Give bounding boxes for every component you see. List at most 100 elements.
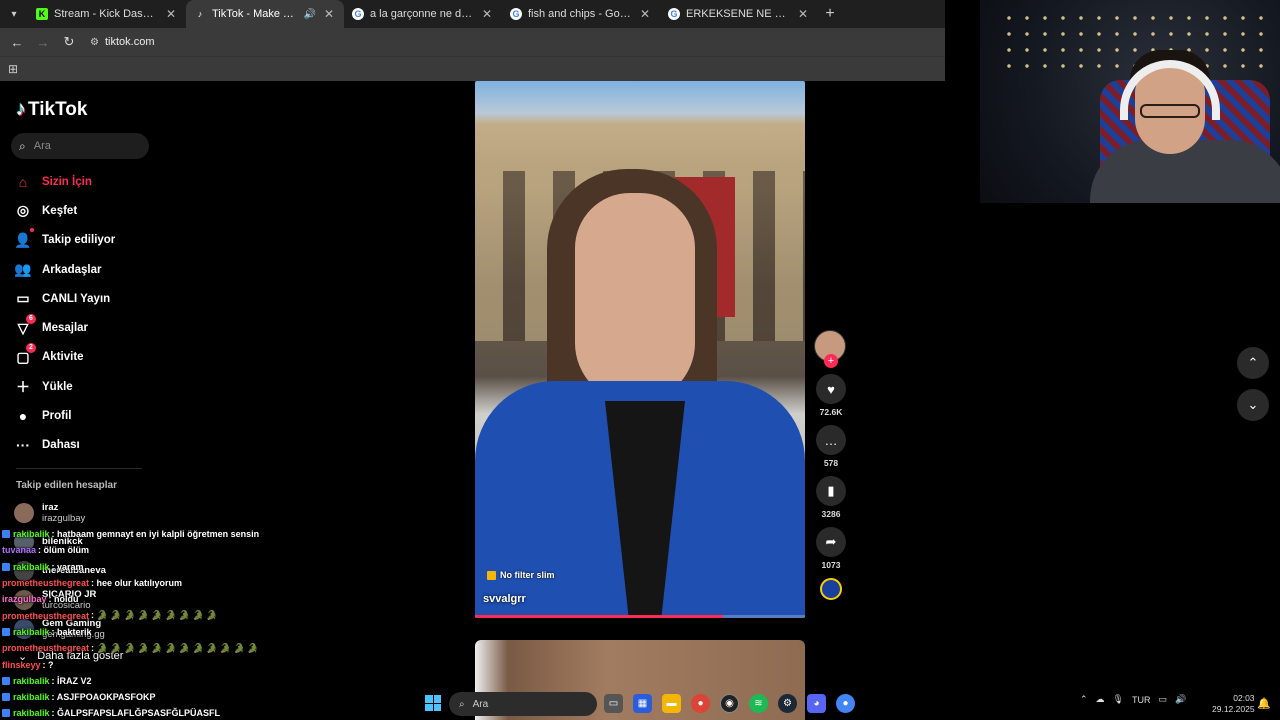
close-icon[interactable]: ✕ — [796, 7, 810, 21]
sidebar-item-more[interactable]: ··· Dahası — [14, 431, 164, 460]
obs-icon[interactable]: ◉ — [720, 694, 739, 713]
sidebar-item-profile[interactable]: ● Profil — [14, 401, 164, 430]
notification-dot — [30, 227, 34, 232]
url-field[interactable]: ⚙ tiktok.com — [90, 36, 154, 48]
clock-date: 29.12.2025 — [1212, 704, 1255, 714]
network-icon[interactable]: ▭ — [1158, 694, 1167, 705]
browser-tab-bar: ▾ K Stream - Kick Dashboard ✕ ♪ TikTok -… — [0, 0, 945, 28]
tab-google-search-3[interactable]: G ERKEKSENE NE DEMEK - Googl ✕ — [660, 0, 818, 28]
sidebar-item-messages[interactable]: ▽ 6 Mesajlar — [14, 313, 164, 342]
sound-disc-icon[interactable] — [820, 578, 842, 600]
save-button[interactable]: ▮ — [816, 476, 846, 506]
search-icon: ⌕ — [19, 138, 26, 153]
spotify-icon[interactable]: ≋ — [749, 694, 768, 713]
chrome-icon[interactable]: ● — [691, 694, 710, 713]
chat-username: irazgulbay — [2, 594, 47, 605]
microphone-icon[interactable]: 🎙 — [1113, 694, 1124, 705]
comment-icon: … — [824, 432, 838, 448]
tab-label: fish and chips - Google'da Ara — [528, 8, 632, 20]
file-explorer-icon[interactable]: ▬ — [662, 694, 681, 713]
sidebar-divider — [16, 468, 142, 469]
comment-button[interactable]: … — [816, 425, 846, 455]
tab-google-search-1[interactable]: G a la garçonne ne demek amk - ✕ — [344, 0, 502, 28]
windows-logo-tile — [425, 703, 433, 711]
close-icon[interactable]: ✕ — [164, 7, 178, 21]
chat-text: : ? — [42, 659, 54, 670]
bookmarks-bar: ⊞ — [0, 56, 945, 81]
chat-message: rakibalik: bakterik — [2, 624, 302, 640]
sidebar-item-for-you[interactable]: ⌂ Sizin İçin — [14, 167, 164, 196]
sidebar-item-label: Yükle — [42, 380, 73, 393]
tiktok-icon: ♪ — [16, 98, 26, 120]
new-tab-button[interactable]: + — [818, 5, 842, 23]
steam-icon[interactable]: ⚙ — [778, 694, 797, 713]
chat-message: irazgulbay: noldu — [2, 591, 302, 607]
chrome-active-icon[interactable]: ● — [836, 694, 855, 713]
onedrive-icon[interactable]: ☁ — [1096, 694, 1105, 705]
next-video-button[interactable]: ⌄ — [1237, 389, 1269, 421]
taskbar-clock[interactable]: 02:03 29.12.2025 — [1212, 693, 1255, 715]
google-icon: G — [510, 8, 522, 20]
bookmark-icon: ▮ — [827, 483, 835, 498]
stream-chat-overlay: rakibalik: hatbaam gemnayt en iyi kalpli… — [2, 526, 302, 720]
volume-icon[interactable]: 🔊 — [1175, 694, 1186, 705]
account-handle: irazgulbay — [42, 512, 86, 524]
creator-avatar[interactable]: + — [814, 330, 846, 368]
chevron-up-icon[interactable]: ⌃ — [1080, 694, 1088, 705]
chevron-down-icon: ⌄ — [1247, 397, 1259, 412]
chat-message: rakibalik: ĞALPSFAPSLAFLĞPSASFĞLPÜASFL — [2, 705, 302, 720]
sidebar-item-friends[interactable]: 👥 Arkadaşlar — [14, 255, 164, 284]
taskbar-search[interactable]: ⌕ Ara — [449, 692, 597, 716]
video-actions: + ♥ 72.6K … 578 ▮ 3286 ➦ 1073 — [814, 330, 848, 600]
reload-button[interactable]: ↻ — [58, 31, 80, 53]
close-icon[interactable]: ✕ — [322, 7, 336, 21]
tab-label: ERKEKSENE NE DEMEK - Googl — [686, 8, 790, 20]
clock-time: 02:03 — [1233, 693, 1255, 703]
start-button[interactable] — [425, 695, 441, 711]
tiktok-logo[interactable]: ♪ TikTok — [16, 98, 87, 121]
save-count: 3286 — [821, 509, 841, 519]
video-progress-bar[interactable] — [475, 615, 805, 618]
share-button[interactable]: ➦ — [816, 527, 846, 557]
notification-bell-icon[interactable]: 🔔 — [1257, 697, 1271, 710]
input-language[interactable]: TUR — [1132, 695, 1151, 705]
chat-username: rakibalik — [13, 561, 50, 572]
heart-icon: ♥ — [827, 381, 835, 397]
speaker-icon[interactable]: 🔊 — [304, 9, 316, 20]
home-icon: ⌂ — [18, 173, 28, 190]
search-input[interactable]: ⌕ Ara — [11, 133, 149, 159]
tab-kick-dashboard[interactable]: K Stream - Kick Dashboard ✕ — [28, 0, 186, 28]
apps-grid-icon[interactable]: ⊞ — [8, 62, 18, 76]
sidebar-item-activity[interactable]: ▢ 2 Aktivite — [14, 342, 164, 372]
discord-icon[interactable]: ◕ — [807, 694, 826, 713]
tab-tiktok[interactable]: ♪ TikTok - Make Your Day 🔊 ✕ — [186, 0, 344, 28]
following-account[interactable]: iraz irazgulbay — [14, 498, 164, 527]
store-icon[interactable]: ▦ — [633, 694, 652, 713]
tab-google-search-2[interactable]: G fish and chips - Google'da Ara ✕ — [502, 0, 660, 28]
following-accounts-title: Takip edilen hesaplar — [16, 480, 117, 491]
messages-badge: 6 — [26, 313, 36, 324]
forward-button[interactable]: → — [32, 31, 54, 53]
video-author[interactable]: svvalgrr — [483, 593, 526, 605]
tab-search-button[interactable]: ▾ — [0, 0, 28, 28]
friends-icon: 👥 — [14, 261, 32, 278]
task-view-icon[interactable]: ▭ — [604, 694, 623, 713]
sidebar-item-live[interactable]: ▭ CANLI Yayın — [14, 284, 164, 313]
chat-badge-icon — [2, 562, 10, 571]
video-tag[interactable]: No filter slim — [487, 570, 555, 580]
previous-video-button[interactable]: ⌃ — [1237, 347, 1269, 379]
site-info-icon[interactable]: ⚙ — [90, 37, 99, 48]
taskbar-search-placeholder: Ara — [472, 698, 489, 710]
follow-plus-icon[interactable]: + — [824, 354, 838, 368]
chat-badge-icon — [2, 627, 10, 636]
sidebar-item-explore[interactable]: ◎ Keşfet — [14, 196, 164, 225]
sidebar-item-upload[interactable]: ＋ Yükle — [14, 372, 164, 401]
following-icon: 👤 — [14, 227, 34, 249]
video-player[interactable]: No filter slim svvalgrr — [475, 81, 805, 618]
like-button[interactable]: ♥ — [816, 374, 846, 404]
chat-message: prometheusthegreat: 🐊 🐊 🐊 🐊 🐊 🐊 🐊 🐊 🐊 — [2, 607, 302, 623]
close-icon[interactable]: ✕ — [480, 7, 494, 21]
close-icon[interactable]: ✕ — [638, 7, 652, 21]
sidebar-item-following[interactable]: 👤 Takip ediliyor — [14, 226, 164, 255]
back-button[interactable]: ← — [6, 31, 28, 53]
